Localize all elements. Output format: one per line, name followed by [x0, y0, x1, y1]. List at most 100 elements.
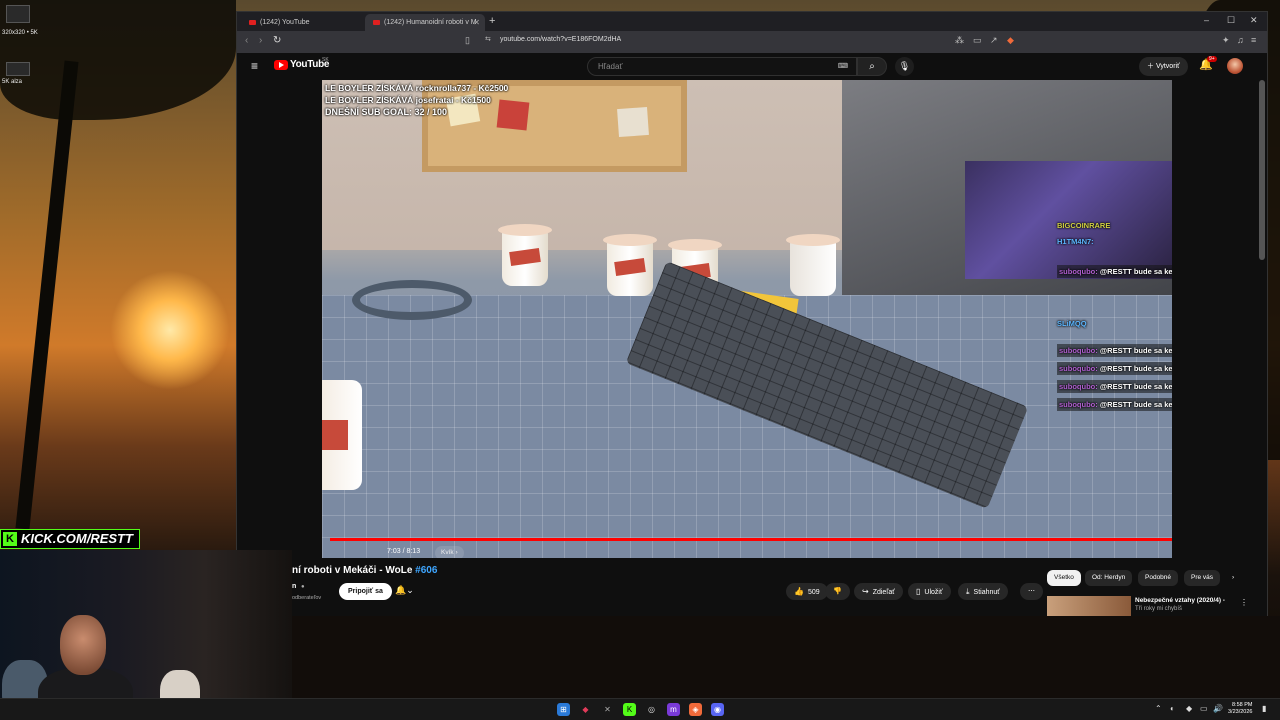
tray-app-icon[interactable]: ◆: [1186, 704, 1192, 713]
desktop-icon[interactable]: [6, 5, 30, 23]
discord-icon[interactable]: ◉: [711, 703, 724, 716]
close-window-button[interactable]: ✕: [1250, 15, 1258, 26]
network-icon[interactable]: ▭: [1200, 704, 1208, 713]
url-field[interactable]: youtube.com/watch?v=E186FOM2dHA: [500, 36, 621, 43]
more-vertical-icon[interactable]: ⋮: [1240, 598, 1248, 607]
chat-text: @RESTT bude sa kedy nieco hrat?: [1099, 364, 1172, 373]
forward-icon[interactable]: ›: [259, 35, 262, 46]
desktop-icon[interactable]: [6, 62, 30, 76]
maximize-button[interactable]: ☐: [1227, 15, 1235, 26]
chat-message: suboqubo: @RESTT bude sa kedy nieco hrat…: [1057, 398, 1172, 411]
reload-icon[interactable]: ↻: [273, 35, 281, 46]
page-scrollbar[interactable]: [1259, 80, 1265, 260]
create-button[interactable]: ＋ Vytvoriť: [1139, 57, 1188, 76]
voice-search-button[interactable]: 🎙: [895, 57, 914, 76]
thumbs-down-icon: 👎: [833, 588, 842, 595]
notification-center-icon[interactable]: ▮: [1262, 704, 1266, 713]
media-icon[interactable]: ♫: [1237, 35, 1244, 45]
app-icon[interactable]: ✕: [601, 703, 614, 716]
donation-line: LE BOYLER ZÍSKÁVÁ rocknrolla737 - Kč2500: [325, 83, 509, 93]
palm-trunk: [15, 60, 79, 530]
tab-video[interactable]: (1242) Humanoidní roboti v M ✕: [365, 14, 485, 31]
video-player[interactable]: LE BOYLER ZÍSKÁVÁ rocknrolla737 - Kč2500…: [322, 80, 1172, 558]
chip-all[interactable]: Všetko: [1047, 570, 1081, 586]
chips-next-icon[interactable]: ›: [1225, 570, 1241, 586]
tab-youtube[interactable]: (1242) YouTube: [241, 14, 363, 31]
more-actions-button[interactable]: ⋯: [1020, 583, 1043, 600]
hamburger-menu-icon[interactable]: ≡: [251, 59, 258, 73]
like-button[interactable]: 👍 509: [786, 583, 828, 600]
like-count: 509: [807, 589, 820, 596]
video-frame: [322, 80, 1172, 558]
search-button[interactable]: ⌕: [857, 57, 887, 76]
channel-name[interactable]: n: [292, 583, 296, 590]
chip-from-channel[interactable]: Od: Herdyn: [1085, 570, 1133, 586]
site-info-icon[interactable]: ⇆: [485, 35, 491, 43]
bookmark-icon[interactable]: ▯: [465, 35, 470, 46]
search-input[interactable]: Hľadať ⌨: [587, 57, 857, 76]
brave-shield-icon[interactable]: ◆: [1007, 35, 1014, 46]
dislike-button[interactable]: 👎: [825, 583, 850, 600]
save-label: Uložiť: [924, 589, 943, 596]
chat-message: [1057, 252, 1172, 260]
translate-icon[interactable]: ⁂: [955, 35, 964, 46]
youtube-logo-icon[interactable]: [274, 60, 288, 70]
clock-time: 8:58 PM: [1231, 702, 1253, 708]
chat-text: @RESTT bude sa kedy nieco hrat?: [1099, 267, 1172, 276]
plus-icon: ＋: [1147, 63, 1156, 70]
scene-headphones: [352, 280, 472, 320]
country-code: SK: [322, 57, 329, 63]
keyboard-icon[interactable]: ⌨: [838, 62, 848, 70]
kick-logo-icon: K: [3, 532, 17, 546]
chat-message: [1057, 283, 1172, 313]
chat-text: @RESTT bude sa kedy nieco hrat?: [1099, 400, 1172, 409]
chat-message: BIGCOINRARE: [1057, 220, 1172, 231]
tray-app-icon[interactable]: ◐: [1170, 704, 1175, 713]
share-icon[interactable]: ↗: [990, 35, 998, 46]
chapter-button[interactable]: Kvík ›: [435, 546, 464, 558]
back-icon[interactable]: ‹: [245, 35, 248, 46]
verified-icon: ●: [301, 584, 305, 590]
app-icon[interactable]: m: [667, 703, 680, 716]
brave-browser-icon[interactable]: ◈: [689, 703, 702, 716]
minimize-button[interactable]: –: [1204, 15, 1209, 25]
share-arrow-icon: ↪: [862, 587, 869, 596]
hashtag-link[interactable]: #606: [415, 565, 437, 576]
download-label: Stiahnuť: [973, 589, 1000, 596]
volume-icon[interactable]: 🔊: [1213, 704, 1223, 713]
app-icon[interactable]: ◆: [579, 703, 592, 716]
chat-text: @RESTT bude sa kedy nieco hrat?: [1099, 382, 1172, 391]
join-button[interactable]: Pripojiť sa: [339, 583, 392, 600]
chip-similar[interactable]: Podobné: [1138, 570, 1179, 586]
share-button[interactable]: ↪ Zdieľať: [854, 583, 903, 600]
bookmark-icon: ▯: [916, 587, 921, 596]
video-title: ní roboti v Mekáči - WoLe #606: [292, 565, 437, 576]
chat-user: suboqubo:: [1059, 364, 1098, 373]
tab-bar: (1242) YouTube (1242) Humanoidní roboti …: [237, 12, 1267, 31]
notification-badge: 9+: [1207, 56, 1217, 62]
tray-chevron-up-icon[interactable]: ⌃: [1155, 704, 1162, 713]
app-icon[interactable]: ◎: [645, 703, 658, 716]
download-button[interactable]: ⤓ Stiahnuť: [958, 583, 1008, 600]
chat-user: SLiMQQ: [1057, 319, 1087, 328]
subscription-bell-icon[interactable]: 🔔⌄: [395, 585, 414, 596]
start-icon[interactable]: ⊞: [557, 703, 570, 716]
kick-app-icon[interactable]: K: [623, 703, 636, 716]
progress-bar[interactable]: [330, 538, 1172, 541]
chip-for-you[interactable]: Pre vás: [1184, 570, 1221, 586]
menu-icon[interactable]: ≡: [1251, 35, 1256, 45]
taskbar-clock[interactable]: 8:58 PM 3/23/2026: [1228, 702, 1252, 716]
recommended-thumbnail[interactable]: [1047, 596, 1131, 617]
save-button[interactable]: ▯ Uložiť: [908, 583, 951, 600]
youtube-favicon-icon: [373, 19, 380, 25]
new-tab-button[interactable]: +: [489, 14, 495, 29]
youtube-favicon-icon: [249, 19, 256, 25]
cast-icon[interactable]: ▭: [973, 35, 982, 46]
recommended-title[interactable]: Nebezpečné vztahy (2020/4) -: [1135, 597, 1225, 604]
search-placeholder: Hľadať: [598, 62, 623, 71]
extensions-icon[interactable]: ✦: [1222, 35, 1230, 46]
tab-close-icon[interactable]: ✕: [473, 14, 480, 31]
time-display: 7:03 / 8:13: [387, 548, 421, 555]
scene-cup: [603, 234, 657, 296]
avatar[interactable]: [1227, 58, 1243, 74]
